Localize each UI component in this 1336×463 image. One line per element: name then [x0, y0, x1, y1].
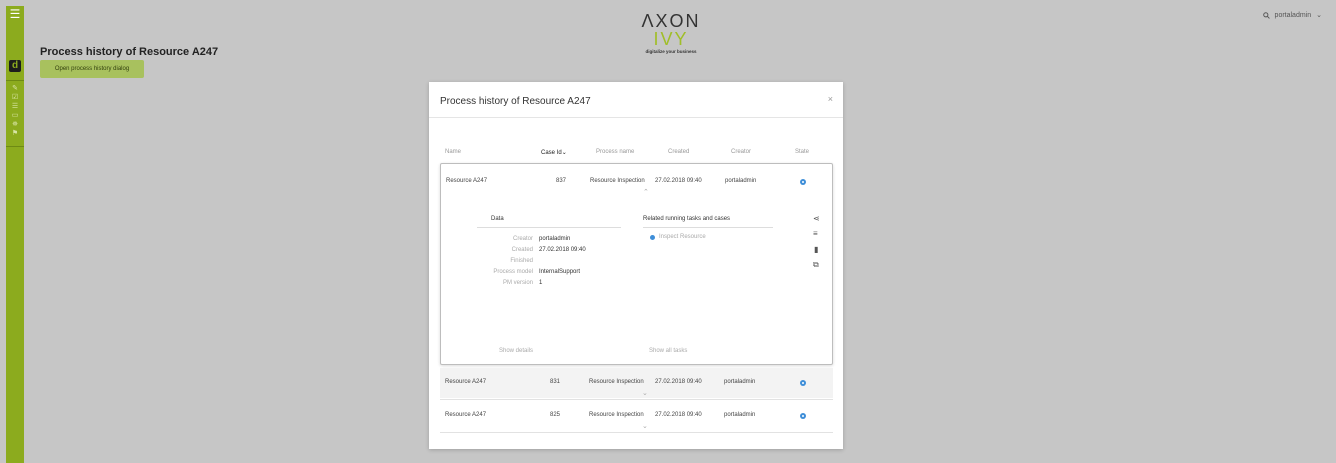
search-icon[interactable] [1262, 11, 1270, 19]
case-id-label: Case Id [541, 150, 562, 156]
state-running-icon [800, 413, 806, 419]
page-title: Process history of Resource A247 [40, 46, 219, 58]
row-created: 27.02.2018 09:40 [655, 178, 702, 184]
menu-icon[interactable]: ☰ [6, 8, 24, 20]
list-icon[interactable]: ☰ [6, 103, 24, 111]
dialog-title: Process history of Resource A247 [440, 96, 591, 107]
column-header-created[interactable]: Created [668, 149, 689, 155]
row-name: Resource A247 [446, 178, 488, 184]
show-all-tasks-link[interactable]: Show all tasks [649, 348, 687, 354]
collapse-chevron-icon[interactable]: ⌃ [643, 188, 649, 196]
user-menu[interactable]: portaladmin ⌄ [1262, 11, 1322, 19]
row-divider [440, 432, 833, 433]
row-divider [440, 399, 833, 400]
row-name: Resource A247 [445, 412, 487, 418]
copy-icon[interactable]: ⧉ [813, 260, 819, 270]
field-value-pm-version: 1 [539, 280, 543, 286]
chevron-down-icon[interactable]: ⌄ [1316, 11, 1322, 19]
column-header-case-id[interactable]: Case Id⌄ [541, 149, 567, 156]
data-section-title: Data [491, 216, 504, 222]
state-running-icon [800, 380, 806, 386]
left-rail: ☰ d ✎ ☑ ☰ ▭ ⛯ ⚑ [6, 6, 24, 463]
close-icon[interactable]: × [828, 94, 833, 104]
brand-word-left: ΛXON [641, 11, 701, 31]
field-label-creator: Creator [512, 236, 533, 242]
row-creator: portaladmin [725, 178, 757, 184]
brand-logo[interactable]: ΛXON IVY digitalize your business [628, 12, 714, 54]
sort-arrow-icon: ⌄ [561, 150, 567, 156]
field-label-finished: Finished [510, 258, 533, 264]
related-task-link[interactable]: Inspect Resource [659, 234, 706, 240]
task-running-icon [650, 235, 655, 240]
column-header-state[interactable]: State [795, 149, 809, 155]
row-case-id: 831 [550, 379, 561, 385]
field-label-pm-version: PM version [502, 280, 533, 286]
column-header-creator[interactable]: Creator [731, 149, 751, 155]
row-name: Resource A247 [445, 379, 487, 385]
notes-icon[interactable]: ≡ [813, 229, 818, 238]
field-value-creator: portaladmin [539, 236, 571, 242]
field-label-created: Created [511, 247, 533, 253]
related-section-title: Related running tasks and cases [643, 216, 731, 222]
row-created: 27.02.2018 09:40 [655, 412, 702, 418]
column-header-process-name[interactable]: Process name [596, 149, 634, 155]
state-running-icon [800, 179, 806, 185]
share-icon[interactable]: ⋖ [813, 214, 820, 223]
rail-divider [6, 80, 24, 81]
row-process: Resource Inspection [590, 178, 645, 184]
section-divider [643, 227, 773, 228]
tasks-icon[interactable]: ☑ [6, 94, 24, 102]
brand-word-right: IVY [653, 29, 689, 49]
process-history-dialog: Process history of Resource A247 × Name … [429, 82, 843, 449]
row-case-id: 825 [550, 412, 561, 418]
row-creator: portaladmin [724, 379, 756, 385]
section-divider [477, 227, 621, 228]
row-process: Resource Inspection [589, 412, 644, 418]
row-creator: portaladmin [724, 412, 756, 418]
binoculars-icon[interactable]: ⛯ [6, 121, 24, 129]
expand-chevron-icon[interactable]: ⌄ [642, 422, 648, 430]
dialog-divider [429, 117, 843, 118]
document-icon[interactable]: ▮ [814, 245, 818, 254]
field-value-created: 27.02.2018 09:40 [539, 247, 586, 253]
open-process-history-button[interactable]: Open process history dialog [40, 60, 144, 78]
rail-divider [6, 146, 24, 147]
brand-tagline: digitalize your business [645, 49, 697, 54]
edit-icon[interactable]: ✎ [6, 85, 24, 93]
field-value-process-model: InternalSupport [539, 269, 581, 275]
field-label-process-model: Process model [493, 269, 533, 275]
expanded-case-row[interactable]: Resource A247 837 Resource Inspection 27… [440, 163, 833, 365]
expand-chevron-icon[interactable]: ⌄ [642, 389, 648, 397]
row-created: 27.02.2018 09:40 [655, 379, 702, 385]
row-process: Resource Inspection [589, 379, 644, 385]
calendar-icon[interactable]: ▭ [6, 112, 24, 120]
row-case-id: 837 [556, 178, 567, 184]
column-header-name[interactable]: Name [445, 149, 461, 155]
app-logo[interactable]: d [9, 60, 21, 72]
username[interactable]: portaladmin [1275, 12, 1312, 19]
show-details-link[interactable]: Show details [499, 348, 533, 354]
flag-icon[interactable]: ⚑ [6, 130, 24, 138]
